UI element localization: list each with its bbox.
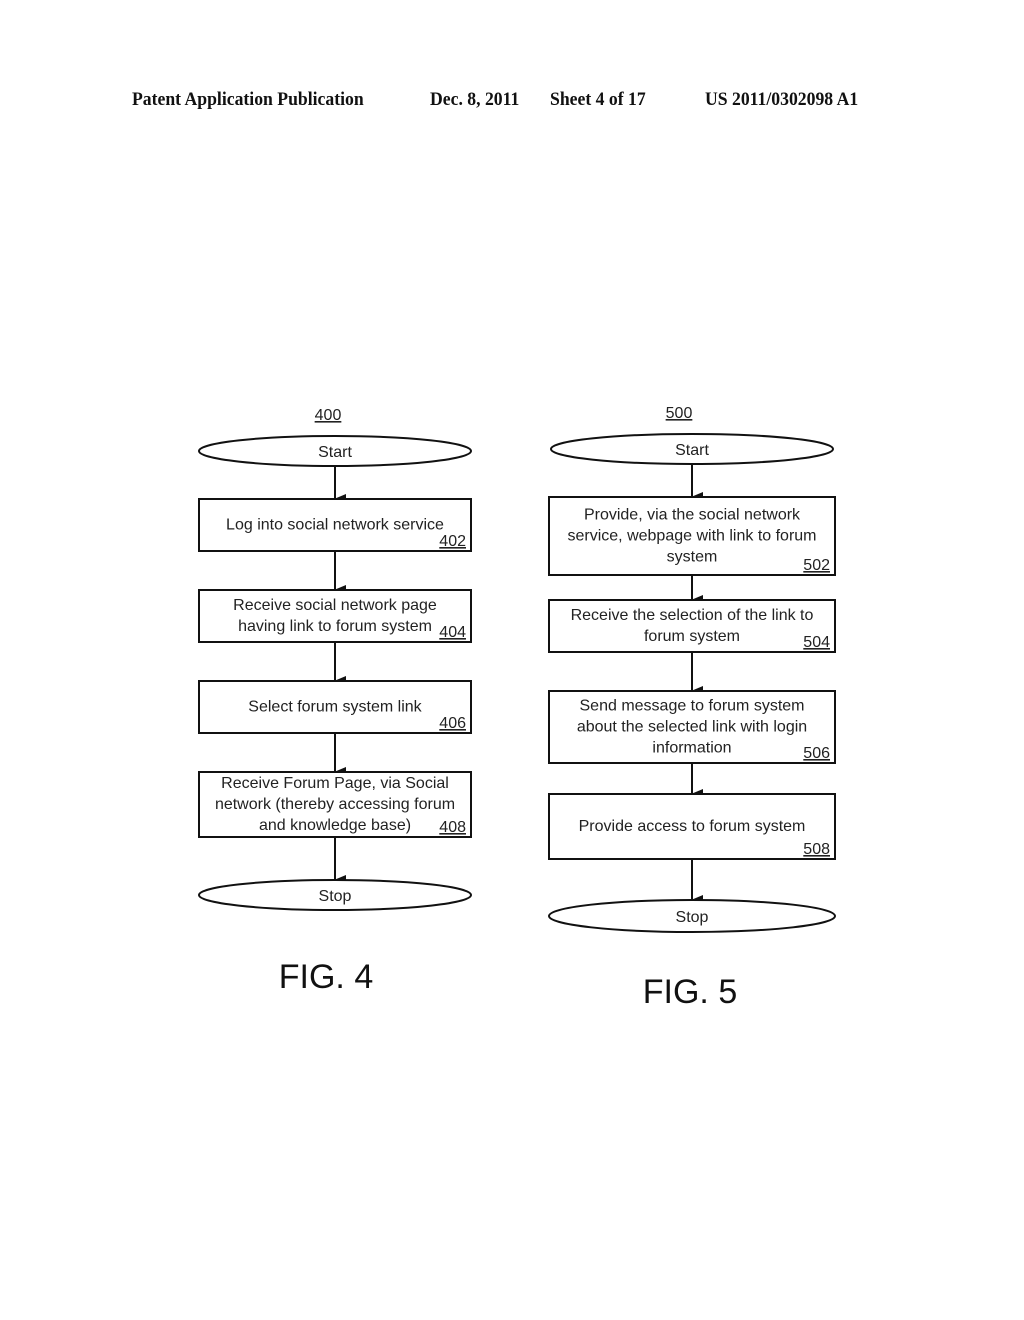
process-step-text: Log into social network service <box>226 517 444 534</box>
step-reference-number: 504 <box>803 634 830 651</box>
process-step-text: Receive the selection of the link to <box>571 607 814 624</box>
process-step-text: system <box>667 549 718 566</box>
process-step-text: Receive social network page <box>233 597 437 614</box>
step-reference-number: 406 <box>439 715 466 732</box>
process-step-text: forum system <box>644 628 740 645</box>
figure-caption: FIG. 4 <box>279 958 373 996</box>
process-step-text: about the selected link with login <box>577 719 807 736</box>
process-step-text: having link to forum system <box>238 618 432 635</box>
step-reference-number: 508 <box>803 841 830 858</box>
stop-label: Stop <box>676 909 709 926</box>
start-label: Start <box>318 444 352 461</box>
step-reference-number: 408 <box>439 819 466 836</box>
figure-4-flowchart: 400StartLog into social network service4… <box>198 407 472 996</box>
figure-caption: FIG. 5 <box>643 973 737 1011</box>
step-reference-number: 506 <box>803 745 830 762</box>
figure-reference-number: 500 <box>666 405 693 422</box>
process-step-text: Select forum system link <box>248 699 422 716</box>
process-step-text: information <box>652 740 731 757</box>
process-step-text: Receive Forum Page, via Social <box>221 775 449 792</box>
process-step-text: Send message to forum system <box>580 698 805 715</box>
step-reference-number: 402 <box>439 533 466 550</box>
process-step-text: service, webpage with link to forum <box>568 528 817 545</box>
figure-5-flowchart: 500 Start Provide, via the social network s… <box>548 405 836 1011</box>
process-step-text: Provide, via the social network <box>584 507 801 524</box>
process-step-text: Provide access to forum system <box>579 818 806 835</box>
step-reference-number: 404 <box>439 624 466 641</box>
stop-label: Stop <box>319 888 352 905</box>
flowchart-diagrams: 400StartLog into social network service4… <box>198 405 836 1011</box>
step-reference-number: 502 <box>803 557 830 574</box>
start-label: Start <box>675 442 709 459</box>
figure-reference-number: 400 <box>315 407 342 424</box>
process-step-text: and knowledge base) <box>259 817 411 834</box>
process-step-text: network (thereby accessing forum <box>215 796 455 813</box>
